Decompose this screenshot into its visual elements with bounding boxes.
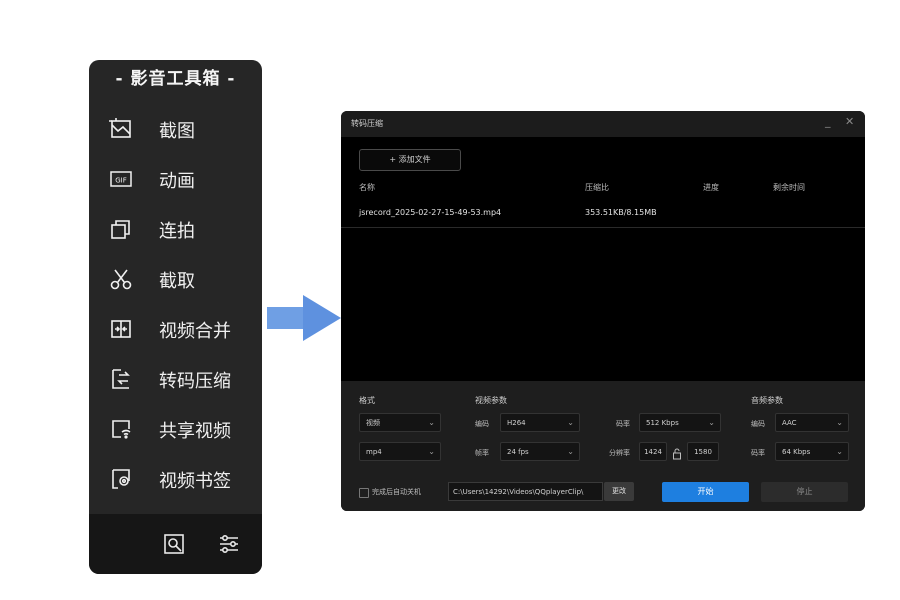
output-path-field[interactable]: C:\Users\14292\Videos\QQplayerClip\ (448, 482, 603, 501)
toolbox-item-label: 转码压缩 (159, 371, 231, 392)
chevron-down-icon: ⌄ (428, 418, 435, 427)
fps-value: 24 fps (507, 448, 529, 456)
toolbox-item-merge[interactable]: 视频合并 (109, 315, 259, 343)
video-bitrate-label: 码率 (616, 420, 630, 428)
change-path-button[interactable]: 更改 (604, 482, 634, 501)
video-codec-select[interactable]: H264 ⌄ (500, 413, 580, 432)
video-codec-value: H264 (507, 419, 526, 427)
video-toolbox-panel: - 影音工具箱 - 截图 GIF 动画 连拍 截取 视频合并 转码压缩 共享视频… (89, 60, 262, 574)
share-video-icon (109, 417, 133, 441)
dialog-titlebar: 转码压缩 _ ✕ (341, 111, 865, 137)
screenshot-icon (109, 117, 133, 141)
toolbox-item-label: 截图 (159, 121, 195, 142)
fps-select[interactable]: 24 fps ⌄ (500, 442, 580, 461)
format-section-title: 格式 (359, 396, 375, 405)
container-select[interactable]: mp4 ⌄ (359, 442, 441, 461)
add-file-button[interactable]: + 添加文件 (359, 149, 461, 171)
toolbox-item-label: 视频书签 (159, 471, 231, 492)
minimize-button[interactable]: _ (825, 115, 831, 128)
close-button[interactable]: ✕ (845, 115, 854, 128)
gif-icon: GIF (109, 167, 133, 191)
transcode-icon (109, 367, 133, 391)
chevron-down-icon: ⌄ (567, 418, 574, 427)
audio-bitrate-value: 64 Kbps (782, 448, 811, 456)
video-bitrate-value: 512 Kbps (646, 419, 679, 427)
resolution-label: 分辨率 (609, 449, 630, 457)
toolbox-item-clip[interactable]: 截取 (109, 265, 259, 293)
auto-shutdown-label: 完成后自动关机 (372, 488, 421, 496)
bookmark-icon (109, 467, 133, 491)
toolbox-item-label: 共享视频 (159, 421, 231, 442)
merge-icon (109, 317, 133, 341)
height-input[interactable]: 1580 (687, 442, 719, 461)
auto-shutdown-checkbox[interactable] (359, 488, 369, 498)
settings-panel: 格式 视频参数 音频参数 视频 ⌄ 编码 H264 ⌄ 码率 512 Kbps … (341, 381, 865, 511)
scissors-icon (109, 267, 133, 291)
toolbox-item-label: 连拍 (159, 221, 195, 242)
audio-bitrate-label: 码率 (751, 449, 765, 457)
chevron-down-icon: ⌄ (567, 447, 574, 456)
toolbox-item-screenshot[interactable]: 截图 (109, 115, 259, 143)
column-header-name: 名称 (359, 183, 375, 192)
audio-codec-label: 编码 (751, 420, 765, 428)
column-header-progress: 进度 (703, 183, 719, 192)
toolbox-item-label: 截取 (159, 271, 195, 292)
chevron-down-icon: ⌄ (708, 418, 715, 427)
stop-button[interactable]: 停止 (761, 482, 848, 502)
toolbox-title: - 影音工具箱 - (115, 69, 236, 89)
video-codec-label: 编码 (475, 420, 489, 428)
format-type-select[interactable]: 视频 ⌄ (359, 413, 441, 432)
transcode-dialog: 转码压缩 _ ✕ + 添加文件 名称 压缩比 进度 剩余时间 jsrecord_… (341, 111, 865, 511)
toolbox-item-transcode[interactable]: 转码压缩 (109, 365, 259, 393)
audio-codec-select[interactable]: AAC ⌄ (775, 413, 849, 432)
chevron-down-icon: ⌄ (428, 447, 435, 456)
svg-text:GIF: GIF (115, 177, 127, 185)
fps-label: 帧率 (475, 449, 489, 457)
burst-icon (109, 217, 133, 241)
toolbox-item-label: 动画 (159, 171, 195, 192)
lock-icon[interactable] (672, 445, 682, 464)
chevron-down-icon: ⌄ (836, 447, 843, 456)
audio-bitrate-select[interactable]: 64 Kbps ⌄ (775, 442, 849, 461)
divider (341, 227, 865, 228)
arrow-right-icon (267, 293, 341, 347)
audio-params-title: 音频参数 (751, 396, 783, 405)
chevron-down-icon: ⌄ (836, 418, 843, 427)
column-header-ratio: 压缩比 (585, 183, 609, 192)
toolbox-item-gif[interactable]: GIF 动画 (109, 165, 259, 193)
dialog-title: 转码压缩 (351, 119, 383, 128)
ratio-cell: 353.51KB/8.15MB (585, 208, 657, 217)
file-name-cell: jsrecord_2025-02-27-15-49-53.mp4 (359, 208, 502, 217)
toolbox-item-burst[interactable]: 连拍 (109, 215, 259, 243)
container-value: mp4 (366, 448, 382, 456)
format-type-value: 视频 (366, 419, 380, 427)
sliders-icon[interactable] (217, 532, 241, 560)
start-button[interactable]: 开始 (662, 482, 749, 502)
width-input[interactable]: 1424 (639, 442, 667, 461)
toolbox-item-label: 视频合并 (159, 321, 231, 342)
video-bitrate-select[interactable]: 512 Kbps ⌄ (639, 413, 721, 432)
toolbox-settings-icon[interactable] (162, 532, 186, 560)
video-params-title: 视频参数 (475, 396, 507, 405)
audio-codec-value: AAC (782, 419, 797, 427)
column-header-remaining: 剩余时间 (773, 183, 805, 192)
toolbox-item-bookmark[interactable]: 视频书签 (109, 465, 259, 493)
toolbox-footer (89, 514, 262, 574)
toolbox-item-share-video[interactable]: 共享视频 (109, 415, 259, 443)
